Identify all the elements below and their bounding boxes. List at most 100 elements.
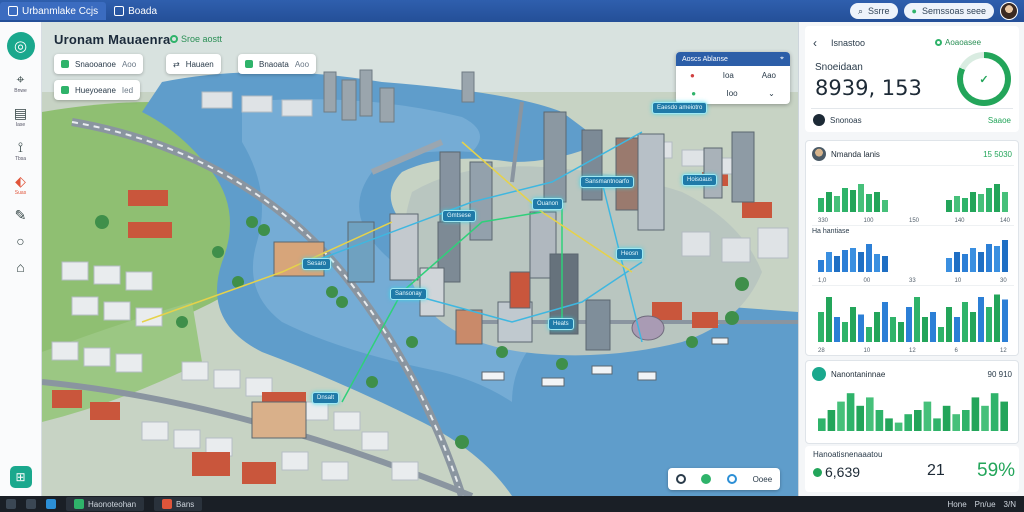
bar [818,312,824,342]
pin-icon: ⌖ [780,55,784,62]
map-pin[interactable]: Sansmantnoarfo [580,176,635,188]
search-box[interactable]: ⌕ Ssrre [849,3,898,19]
map-pin[interactable]: Ouanon [532,198,564,210]
logo-icon[interactable]: ◎ [6,32,35,60]
tick-label: 28 [818,348,825,354]
bar [990,393,999,431]
map-pin[interactable]: Gmtsese [442,210,477,222]
taskbar-app-2[interactable]: Bans [154,497,203,511]
bar [834,317,840,342]
bar [994,184,1000,212]
tab-label: Boada [128,5,158,17]
rail-item-2[interactable]: ▤ Iase [14,106,27,128]
bar [962,410,970,431]
tray-item[interactable]: 3/N [1004,500,1016,509]
app-icon [162,499,173,509]
bar [930,312,936,342]
bar [842,250,848,272]
bar [882,256,888,272]
tick-label: 12 [909,348,916,354]
bar [818,260,824,272]
bar-chart-1: 330 100 150 140 140 [812,165,1014,224]
right-panel: ‹ Isnastoo Aoaoasee Snoeidaan 8939, 153 … [798,22,1024,496]
legend-value-2: Aao [761,70,776,80]
map-legend-card: Aoscs Ablanse ⌖ ● Ioa Aao ● Ioo ⌄ [676,52,790,104]
rail-item-5[interactable]: ✎ [15,208,27,222]
bar [954,252,960,272]
filter-chip-2[interactable]: ⇄ Hauaen [166,54,221,74]
bar [818,198,824,212]
filter-chip-4[interactable]: Hueyoeane Ied [54,80,141,100]
user-icon [813,114,825,126]
bar [923,401,932,431]
map-pin[interactable]: Hoisoaus [682,174,718,186]
rail-item-7[interactable]: ⌂ [16,260,24,274]
summary-value-2: 21 [927,462,945,479]
layers-icon[interactable] [701,474,712,484]
tick-label: 33 [909,278,916,284]
map-pin[interactable]: Heats [548,318,574,330]
status-icon [170,35,178,43]
bar [962,302,968,342]
app-icon [74,499,84,509]
bar [954,196,960,212]
summary-card: Hanoatisnenaaatou 6,639 21 59% [805,446,1019,492]
bar [938,327,944,342]
bar [858,314,864,342]
bar [986,244,992,272]
browser-topbar: Urbanmlake Ccjs Boada ⌕ Ssrre ● Semssoas… [0,0,1024,22]
bar [866,327,872,342]
globe-icon[interactable] [726,474,737,484]
rail-item-3[interactable]: ⟟ Tbsa [15,140,26,162]
pen-icon: ✎ [14,207,27,223]
tab-boada[interactable]: Boada [106,2,165,20]
circle-icon: ○ [16,233,25,249]
window-icon [8,6,18,16]
rail-item-4[interactable]: ⬖ Suas [15,174,26,196]
legend-title: Aoscs Ablanse [682,55,728,63]
account-box[interactable]: ● Semssoas seee [903,3,994,19]
map-pin[interactable]: Eaesdo ameiotro [652,102,708,114]
bar [1000,401,1008,431]
bar [898,322,904,342]
avatar[interactable] [1000,2,1018,20]
rail-item-1[interactable]: ⌖ Bnwe [14,72,27,94]
tab-urbanmlake[interactable]: Urbanmlake Ccjs [0,2,107,20]
search-icon[interactable] [26,499,36,509]
expand-icon[interactable]: ⌄ [768,89,775,98]
map-pin[interactable]: Sansonay [390,288,427,300]
rail-item-6[interactable]: ○ [16,234,24,248]
card-values: 15 5030 [983,149,1012,159]
bar [890,317,896,342]
summary-value-3: 59% [977,460,1016,481]
city-map[interactable]: Uronam Mauaenra Sroe aostt Snaooanoe Aoo… [42,22,798,496]
panel-title: Isnastoo [831,38,866,48]
tick-label: 140 [955,218,966,224]
tray-item[interactable]: Hone [948,500,967,509]
bar [978,252,984,272]
bar-chart-svg: 28 10 12 6 12 [818,294,1008,354]
map-pin[interactable]: Sesaro [302,258,332,270]
start-icon[interactable] [6,499,16,509]
panel-row[interactable]: Snonoas Saaoe [813,114,1011,126]
taskbar-app-1[interactable]: Haonoteohan [66,497,145,511]
bar [994,246,1000,272]
row-action[interactable]: Saaoe [988,116,1011,125]
summary-value-1: 6,639 [813,464,860,480]
bar [826,297,832,342]
bar [952,414,960,431]
bar [866,194,872,212]
toolbar-label[interactable]: Ooee [753,475,773,484]
tray-item[interactable]: Pn/ue [975,500,996,509]
map-pin[interactable]: Heosn [616,248,644,260]
back-icon[interactable]: ‹ [813,36,817,50]
filter-chip-3[interactable]: Bnaoata Aoo [238,54,317,74]
locate-icon[interactable] [675,474,686,484]
bar [894,422,903,431]
bar [986,307,992,342]
map-pin[interactable]: Dnsalt [312,392,340,404]
files-icon[interactable] [46,499,56,509]
bottom-action-button[interactable]: ⊞ [9,466,32,488]
filter-chip-1[interactable]: Snaooanoe Aoo [54,54,144,74]
legend-value-1: Ioa [722,70,734,80]
